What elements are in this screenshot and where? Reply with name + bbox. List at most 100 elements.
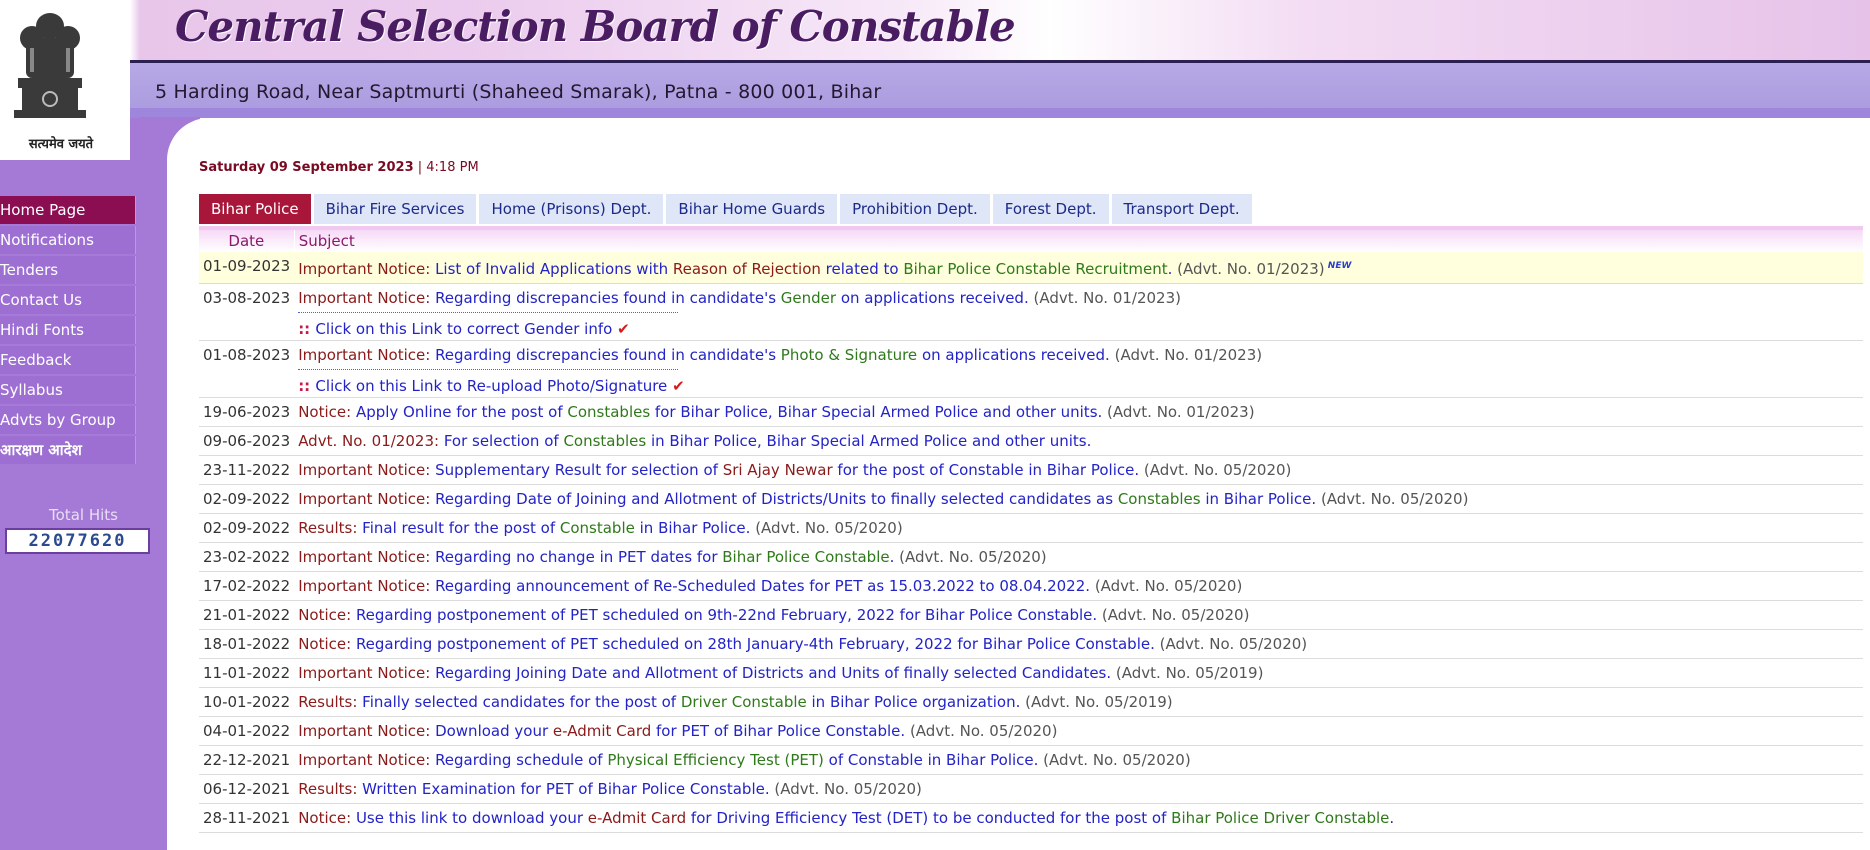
notice-text[interactable]: in Bihar Police, Bihar Special Armed Pol… xyxy=(646,432,1091,450)
notice-text[interactable]: Regarding postponement of PET scheduled … xyxy=(356,635,1160,653)
notice-text[interactable]: in Bihar Police organization. xyxy=(807,693,1025,711)
correction-link-text[interactable]: Click on this Link to correct Gender inf… xyxy=(315,320,617,338)
notice-text[interactable]: Gender xyxy=(781,289,836,307)
notice-subject[interactable]: Important Notice: Download your e-Admit … xyxy=(294,716,1863,746)
notice-text[interactable]: Physical Efficiency Test (PET) xyxy=(607,751,824,769)
notice-text[interactable]: Regarding no change in PET dates for xyxy=(435,548,722,566)
notice-text[interactable]: Regarding schedule of xyxy=(435,751,607,769)
notice-text[interactable]: for the post of Constable in Bihar Polic… xyxy=(833,461,1144,479)
notice-subject[interactable]: Results: Written Examination for PET of … xyxy=(294,774,1863,804)
checkmark-icon: ✔ xyxy=(672,377,685,395)
tab-bihar-fire-services[interactable]: Bihar Fire Services xyxy=(313,194,477,224)
nav-contact-us[interactable]: Contact Us xyxy=(0,286,136,314)
notice-date: 01-09-2023 xyxy=(199,252,295,284)
notice-text[interactable]: Constables xyxy=(1118,490,1201,508)
notice-text[interactable]: for PET of Bihar Police Constable. xyxy=(651,722,910,740)
notice-subject[interactable]: Important Notice: Regarding Date of Join… xyxy=(294,484,1863,514)
notice-subject[interactable]: Notice: Apply Online for the post of Con… xyxy=(294,397,1863,427)
correction-link-text[interactable]: Click on this Link to Re-upload Photo/Si… xyxy=(315,377,672,395)
notice-text[interactable]: Written Examination for PET of Bihar Pol… xyxy=(362,780,774,798)
notice-text[interactable]: Final result for the post of xyxy=(362,519,560,537)
nav-hindi-fonts[interactable]: Hindi Fonts xyxy=(0,316,136,344)
notice-text[interactable]: on applications received. xyxy=(917,346,1114,364)
advt-number: (Advt. No. 01/2023) xyxy=(1107,403,1255,421)
nav-syllabus[interactable]: Syllabus xyxy=(0,376,136,404)
nav-notifications[interactable]: Notifications xyxy=(0,226,136,254)
notice-text[interactable]: related to xyxy=(821,260,903,278)
dotted-separator xyxy=(298,312,679,313)
tab-prohibition-dept[interactable]: Prohibition Dept. xyxy=(840,194,990,224)
notice-date: 09-06-2023 xyxy=(199,426,295,456)
notice-subject[interactable]: Advt. No. 01/2023: For selection of Cons… xyxy=(294,426,1863,456)
notice-subject[interactable]: Important Notice: Regarding no change in… xyxy=(294,542,1863,572)
notice-text[interactable]: . xyxy=(1389,809,1394,827)
notice-text[interactable]: . xyxy=(890,548,900,566)
notice-text[interactable]: Driver Constable xyxy=(681,693,807,711)
notice-text[interactable]: Regarding Joining Date and Allotment of … xyxy=(435,664,1116,682)
notice-text[interactable]: e-Admit Card xyxy=(553,722,651,740)
notice-text[interactable]: for Driving Efficiency Test (DET) to be … xyxy=(686,809,1171,827)
notice-subject[interactable]: Results: Final result for the post of Co… xyxy=(294,513,1863,543)
nav-home-page[interactable]: Home Page xyxy=(0,196,136,224)
notice-text[interactable]: Bihar Police Driver Constable xyxy=(1171,809,1389,827)
notice-text[interactable]: on applications received. xyxy=(836,289,1033,307)
notice-subject[interactable]: Important Notice: Regarding schedule of … xyxy=(294,745,1863,775)
table-row: 17-02-2022 Important Notice: Regarding an… xyxy=(199,571,1863,601)
notice-text[interactable]: of Constable in Bihar Police. xyxy=(824,751,1043,769)
notice-text[interactable]: for Bihar Police, Bihar Special Armed Po… xyxy=(650,403,1107,421)
notice-text[interactable]: Finally selected candidates for the post… xyxy=(362,693,681,711)
notice-subject[interactable]: Important Notice: Regarding discrepancie… xyxy=(294,283,1863,341)
advt-number: (Advt. No. 05/2020) xyxy=(755,519,903,537)
nav-tenders[interactable]: Tenders xyxy=(0,256,136,284)
notice-subject[interactable]: Notice: Regarding postponement of PET sc… xyxy=(294,600,1863,630)
notice-text[interactable]: in Bihar Police. xyxy=(635,519,755,537)
notice-text[interactable]: Download your xyxy=(435,722,553,740)
notice-text[interactable]: Reason of Rejection xyxy=(673,260,821,278)
notice-text[interactable]: Apply Online for the post of xyxy=(356,403,567,421)
subject-column-header: Subject xyxy=(294,226,1863,252)
nav-feedback[interactable]: Feedback xyxy=(0,346,136,374)
notice-text[interactable]: Sri Ajay Newar xyxy=(723,461,833,479)
notice-text[interactable]: Use this link to download your xyxy=(356,809,588,827)
notice-text[interactable]: Regarding Date of Joining and Allotment … xyxy=(435,490,1118,508)
notice-text[interactable]: Supplementary Result for selection of xyxy=(435,461,723,479)
notice-text[interactable]: e-Admit Card xyxy=(588,809,686,827)
notice-type: Notice: xyxy=(298,403,356,421)
notice-text[interactable]: Bihar Police Constable Recruitment xyxy=(903,260,1167,278)
correction-link[interactable]: :: Click on this Link to Re-upload Photo… xyxy=(298,373,1859,397)
notice-subject[interactable]: Important Notice: Regarding Joining Date… xyxy=(294,658,1863,688)
address-bar-shade xyxy=(0,108,1870,118)
notice-text[interactable]: Constables xyxy=(567,403,650,421)
notice-subject[interactable]: Notice: Use this link to download your e… xyxy=(294,803,1863,833)
notice-subject[interactable]: Important Notice: Regarding discrepancie… xyxy=(294,340,1863,398)
notice-text[interactable]: Constables xyxy=(563,432,646,450)
tab-transport-dept[interactable]: Transport Dept. xyxy=(1111,194,1252,224)
tab-bihar-home-guards[interactable]: Bihar Home Guards xyxy=(666,194,838,224)
tab-forest-dept[interactable]: Forest Dept. xyxy=(992,194,1109,224)
notice-text[interactable]: Regarding discrepancies found in candida… xyxy=(435,346,781,364)
notice-text[interactable]: Constable xyxy=(560,519,635,537)
nav-reservation-order[interactable]: आरक्षण आदेश xyxy=(0,436,136,464)
notice-text[interactable]: Regarding postponement of PET scheduled … xyxy=(356,606,1102,624)
notice-subject[interactable]: Notice: Regarding postponement of PET sc… xyxy=(294,629,1863,659)
notice-text[interactable]: List of Invalid Applications with xyxy=(435,260,673,278)
notice-text[interactable]: in Bihar Police. xyxy=(1201,490,1321,508)
nav-advts-by-group[interactable]: Advts by Group xyxy=(0,406,136,434)
notice-subject[interactable]: Important Notice: List of Invalid Applic… xyxy=(294,252,1863,284)
notice-subject[interactable]: Important Notice: Regarding announcement… xyxy=(294,571,1863,601)
notice-text[interactable]: Photo & Signature xyxy=(781,346,917,364)
correction-link[interactable]: :: Click on this Link to correct Gender … xyxy=(298,316,1859,340)
notice-subject[interactable]: Results: Finally selected candidates for… xyxy=(294,687,1863,717)
notices-table: Date Subject 01-09-2023 Important Notice:… xyxy=(199,226,1863,833)
notice-text[interactable]: Regarding discrepancies found in candida… xyxy=(435,289,781,307)
dotted-separator xyxy=(298,369,679,370)
notice-text[interactable]: Bihar Police Constable xyxy=(722,548,889,566)
notice-type: Important Notice: xyxy=(298,722,436,740)
notice-text[interactable]: Regarding announcement of Re-Scheduled D… xyxy=(435,577,1095,595)
notice-text[interactable]: For selection of xyxy=(444,432,564,450)
table-row: 21-01-2022 Notice: Regarding postponement… xyxy=(199,600,1863,630)
tab-home-prisons-dept[interactable]: Home (Prisons) Dept. xyxy=(479,194,664,224)
tab-bihar-police[interactable]: Bihar Police xyxy=(199,194,311,224)
notice-subject[interactable]: Important Notice: Supplementary Result f… xyxy=(294,455,1863,485)
notice-text[interactable]: . xyxy=(1168,260,1178,278)
